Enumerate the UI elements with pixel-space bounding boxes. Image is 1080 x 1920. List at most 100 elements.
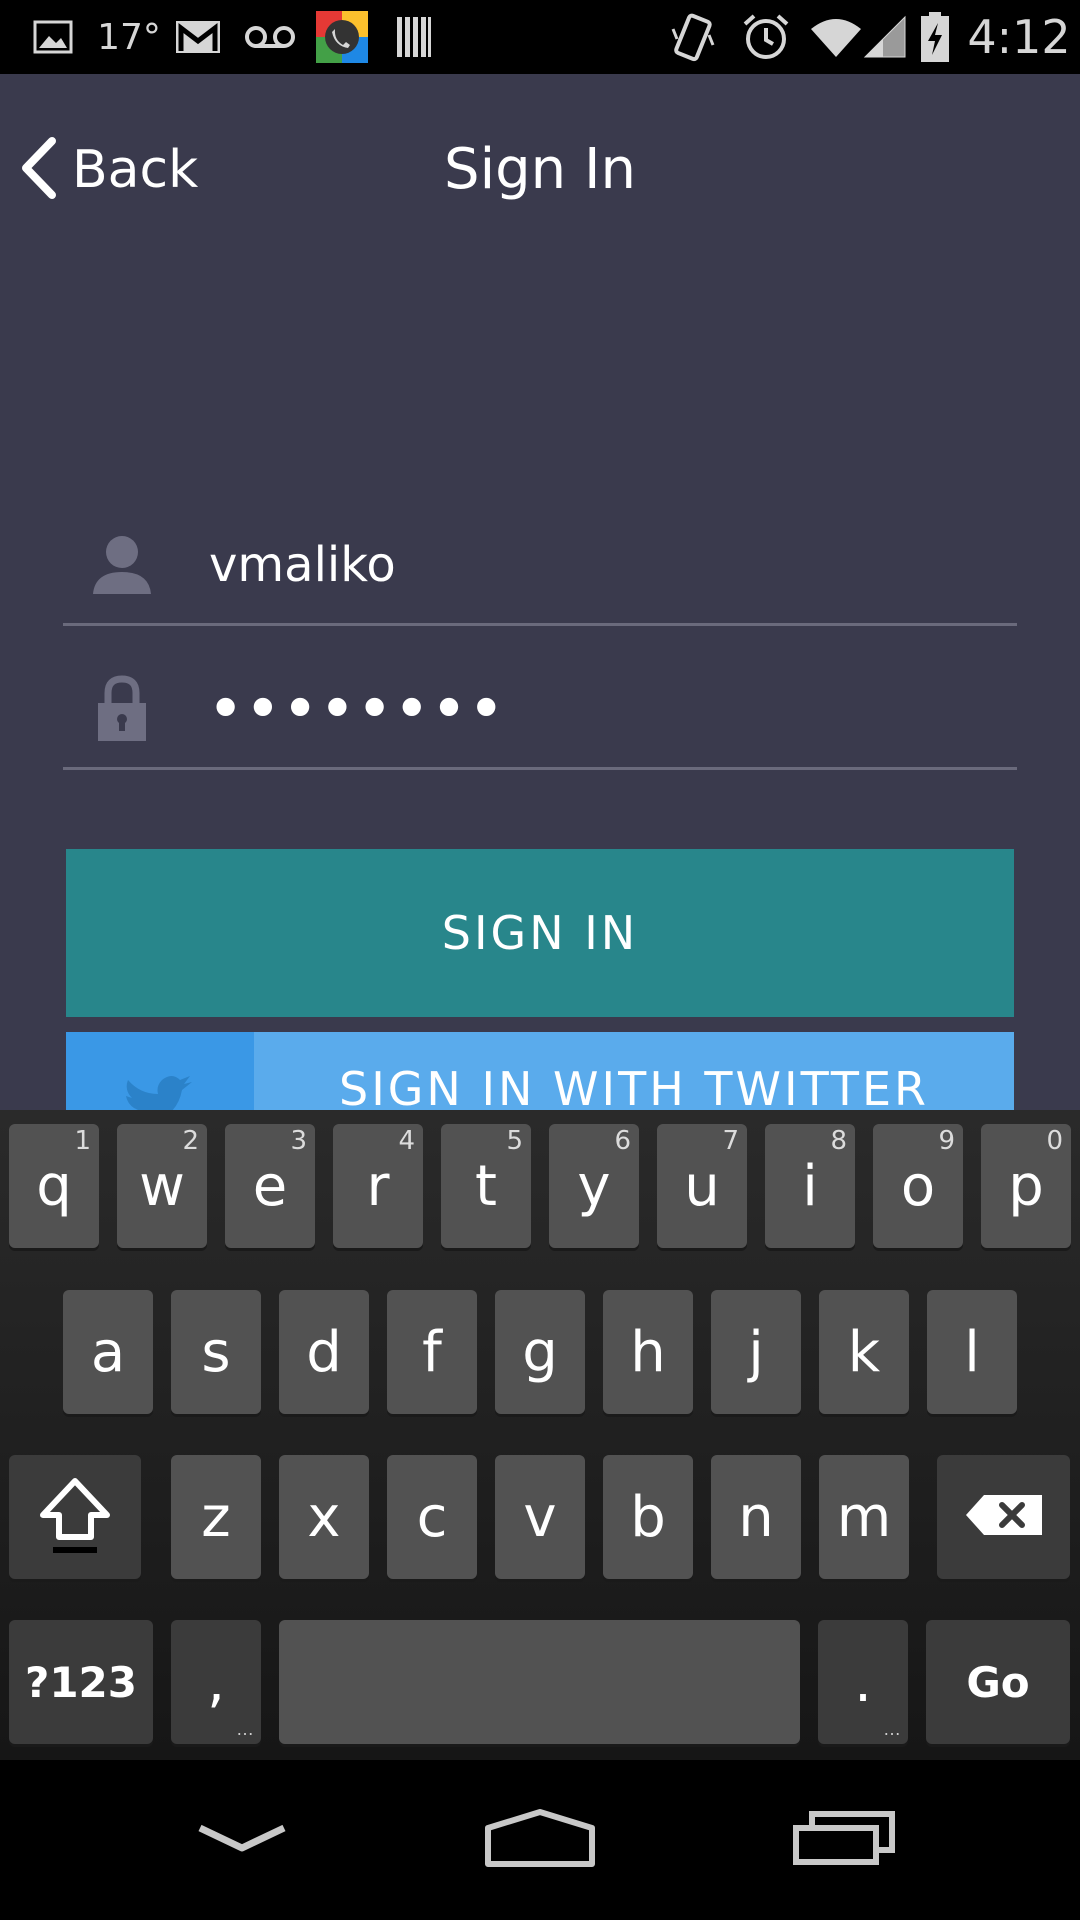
backspace-key[interactable] xyxy=(937,1455,1070,1579)
key-label: x xyxy=(307,1484,341,1550)
key-t[interactable]: t5 xyxy=(441,1124,531,1248)
cell-signal-icon xyxy=(862,0,908,74)
go-key[interactable]: Go xyxy=(926,1620,1070,1744)
key-p[interactable]: p0 xyxy=(981,1124,1071,1248)
key-hint: 2 xyxy=(182,1126,199,1156)
key-label: l xyxy=(964,1319,980,1385)
username-field[interactable]: vmaliko xyxy=(63,506,1017,626)
key-h[interactable]: h xyxy=(603,1290,693,1414)
key-o[interactable]: o9 xyxy=(873,1124,963,1248)
key-label: v xyxy=(523,1484,557,1550)
period-key-label: . xyxy=(854,1649,872,1715)
hide-keyboard-icon xyxy=(194,1820,290,1861)
key-g[interactable]: g xyxy=(495,1290,585,1414)
key-label: h xyxy=(630,1319,666,1385)
key-label: z xyxy=(201,1484,231,1550)
home-icon xyxy=(484,1808,596,1873)
key-y[interactable]: y6 xyxy=(549,1124,639,1248)
password-field[interactable]: •••••••• xyxy=(63,650,1017,770)
nav-home-button[interactable] xyxy=(440,1760,640,1920)
nav-back-button[interactable] xyxy=(142,1760,342,1920)
twitter-label: SIGN IN WITH TWITTER xyxy=(339,1062,929,1110)
key-label: w xyxy=(139,1153,185,1219)
key-label: r xyxy=(366,1153,390,1219)
chevron-left-icon xyxy=(18,136,58,204)
key-c[interactable]: c xyxy=(387,1455,477,1579)
user-icon xyxy=(77,525,167,605)
clock-text: 4:12 xyxy=(967,10,1071,64)
sign-in-screen: Back Sign In vmaliko •••••••• SIGN IN SI… xyxy=(0,74,1080,1110)
gmail-icon xyxy=(172,0,224,74)
hangouts-icon xyxy=(314,0,370,74)
key-label: k xyxy=(847,1319,881,1385)
key-label: j xyxy=(748,1319,764,1385)
go-key-label: Go xyxy=(966,1657,1030,1707)
sign-in-label: SIGN IN xyxy=(441,906,639,960)
period-key[interactable]: . … xyxy=(818,1620,908,1744)
status-bar: 17° 4:12 xyxy=(0,0,1080,74)
shift-key[interactable] xyxy=(9,1455,141,1579)
key-z[interactable]: z xyxy=(171,1455,261,1579)
key-label: g xyxy=(522,1319,558,1385)
temperature-text: 17° xyxy=(97,16,161,58)
key-label: s xyxy=(201,1319,231,1385)
twitter-bird-icon xyxy=(120,1074,200,1110)
twitter-icon-box xyxy=(66,1032,254,1110)
vibrate-icon xyxy=(668,0,716,74)
key-label: n xyxy=(738,1484,774,1550)
key-s[interactable]: s xyxy=(171,1290,261,1414)
key-j[interactable]: j xyxy=(711,1290,801,1414)
barcode-icon xyxy=(394,0,434,74)
header: Back Sign In xyxy=(0,74,1080,254)
key-label: i xyxy=(802,1153,818,1219)
key-hint: 8 xyxy=(830,1126,847,1156)
key-w[interactable]: w2 xyxy=(117,1124,207,1248)
password-value: •••••••• xyxy=(209,678,507,739)
key-d[interactable]: d xyxy=(279,1290,369,1414)
key-hint: 9 xyxy=(938,1126,955,1156)
nav-recents-button[interactable] xyxy=(744,1760,944,1920)
wifi-icon xyxy=(808,0,864,74)
key-e[interactable]: e3 xyxy=(225,1124,315,1248)
back-label: Back xyxy=(72,140,199,200)
key-hint: 1 xyxy=(74,1126,91,1156)
keyboard-row-1: q1w2e3r4t5y6u7i8o9p0 xyxy=(0,1124,1080,1248)
key-r[interactable]: r4 xyxy=(333,1124,423,1248)
symbols-key[interactable]: ?123 xyxy=(9,1620,153,1744)
username-value: vmaliko xyxy=(209,536,396,593)
sign-in-button[interactable]: SIGN IN xyxy=(66,849,1014,1017)
key-label: f xyxy=(422,1319,442,1385)
key-label: e xyxy=(252,1153,288,1219)
key-n[interactable]: n xyxy=(711,1455,801,1579)
sign-in-with-twitter-button[interactable]: SIGN IN WITH TWITTER xyxy=(66,1032,1014,1110)
key-label: u xyxy=(684,1153,720,1219)
space-key[interactable] xyxy=(279,1620,800,1744)
key-f[interactable]: f xyxy=(387,1290,477,1414)
key-b[interactable]: b xyxy=(603,1455,693,1579)
key-label: c xyxy=(416,1484,448,1550)
key-label: p xyxy=(1008,1153,1044,1219)
key-label: y xyxy=(577,1153,611,1219)
key-k[interactable]: k xyxy=(819,1290,909,1414)
key-label: b xyxy=(630,1484,666,1550)
key-label: d xyxy=(306,1319,342,1385)
symbols-key-label: ?123 xyxy=(24,1657,138,1707)
key-hint: 5 xyxy=(506,1126,523,1156)
key-label: t xyxy=(475,1153,497,1219)
shift-icon xyxy=(37,1475,113,1560)
key-label: q xyxy=(36,1153,72,1219)
key-q[interactable]: q1 xyxy=(9,1124,99,1248)
image-icon xyxy=(30,0,76,74)
key-label: m xyxy=(836,1484,892,1550)
key-l[interactable]: l xyxy=(927,1290,1017,1414)
key-a[interactable]: a xyxy=(63,1290,153,1414)
back-button[interactable]: Back xyxy=(18,128,198,212)
key-x[interactable]: x xyxy=(279,1455,369,1579)
comma-key[interactable]: , … xyxy=(171,1620,261,1744)
key-i[interactable]: i8 xyxy=(765,1124,855,1248)
soft-keyboard: q1w2e3r4t5y6u7i8o9p0 asdfghjkl zxcvbnm ?… xyxy=(0,1110,1080,1760)
key-u[interactable]: u7 xyxy=(657,1124,747,1248)
key-m[interactable]: m xyxy=(819,1455,909,1579)
key-v[interactable]: v xyxy=(495,1455,585,1579)
key-label: o xyxy=(900,1153,936,1219)
